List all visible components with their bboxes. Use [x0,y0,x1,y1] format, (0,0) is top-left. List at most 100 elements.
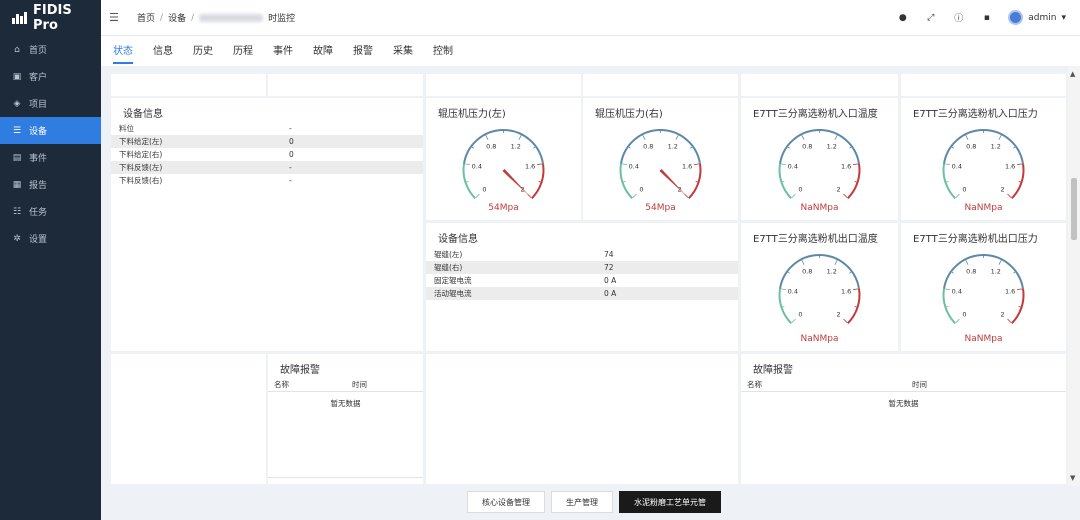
gauge-tick [538,181,541,183]
breadcrumb-device[interactable]: 设备 [168,11,186,24]
gauge-tick-label: 0.8 [966,142,976,150]
event-icon: ▤ [12,152,22,163]
bottom-nav-button[interactable]: 核心设备管理 [467,491,545,513]
tab-4[interactable]: 事件 [273,36,293,66]
bottom-nav-button[interactable]: 生产管理 [551,491,613,513]
alarm-table-header: 名称 时间 [268,379,423,392]
gauge-tick-label: 0.4 [629,162,639,170]
github-icon[interactable]: ● [896,11,909,24]
gauge-tick [632,193,637,198]
gauge-tick [694,163,700,166]
divider [268,477,423,478]
gauge-band-mid [779,254,860,289]
gauge-tick [782,181,785,183]
sidebar-item-label: 首页 [29,46,48,56]
top-bar: ☰ 首页 / 设备 / 时监控 ● ⤢ ⓘ ▪ admin ▾ [101,0,1080,36]
sidebar-item-label: 报告 [29,181,48,191]
tab-8[interactable]: 控制 [433,36,453,66]
gauge-tick [1017,163,1023,166]
empty-panel [111,354,266,484]
column-time: 时间 [912,380,927,389]
gauge-tick-label: 2 [837,311,841,319]
info-icon[interactable]: ⓘ [952,11,965,24]
gauge-tick [464,163,470,166]
bottom-nav-button[interactable]: 水泥粉磨工艺单元管 [619,491,721,513]
breadcrumb-home[interactable]: 首页 [137,11,155,24]
scroll-down-icon[interactable]: ▼ [1070,474,1075,482]
sidebar-item-project[interactable]: ◈ 项目 [0,90,101,117]
gauge-tick [853,163,859,166]
gauge-tick-label: 1.6 [1005,287,1015,295]
gauge-tick [801,135,805,140]
gauge-tick [998,135,1002,140]
gauge-tick [628,146,631,149]
tab-3[interactable]: 历程 [233,36,253,66]
gauge-dial: 00.40.81.21.62 [778,254,861,324]
sidebar-item-label: 设备 [29,127,48,137]
gauge-panel: E7TT三分离选粉机出口温度 0 0.4 0.8 1.2 1.6 2 NaNMpa [741,223,898,351]
gauge-band-mid [779,129,860,164]
sidebar-item-report[interactable]: ▦ 报告 [0,171,101,198]
project-icon: ◈ [13,98,21,109]
sidebar-item-label: 客户 [29,73,48,83]
message-icon[interactable]: ▪ [980,11,993,24]
user-menu[interactable]: admin ▾ [1008,10,1066,25]
sidebar-item-task[interactable]: ☷ 任务 [0,198,101,225]
sidebar-item-home[interactable]: ⌂ 首页 [0,36,101,63]
sidebar-item-device[interactable]: ☰ 设备 [0,117,101,144]
gauge-needle [502,168,530,197]
fullscreen-icon[interactable]: ⤢ [924,11,937,24]
gauge-panel: 辊压机压力(右)00.40.81.21.6254Mpa [583,98,738,220]
device-info-table-2: 辊缝(左) 74 辊缝(右) 72 固定辊电流 0 A 活动辊电流 0 A [426,248,738,300]
home-icon: ⌂ [14,44,20,55]
sidebar-item-settings[interactable]: ✲ 设置 [0,225,101,252]
row-key: 下料给定(右) [119,150,163,159]
gauge-dial: 00.40.81.21.62 [462,129,545,199]
row-value: 0 A [604,289,617,298]
tab-1[interactable]: 信息 [153,36,173,66]
panel-title: 设备信息 [438,234,478,245]
logo-icon [12,12,27,24]
row-key: 辊缝(右) [434,263,463,272]
tab-0[interactable]: 状态 [113,36,133,66]
panel-title: 故障报警 [753,365,793,376]
gauge-tick [1007,193,1012,198]
panel-title: 故障报警 [280,365,320,376]
gauge-value: NaNMpa [800,334,839,344]
gauge-tick-label: 2 [1001,311,1005,319]
device-info-panel: 设备信息 料位 - 下料给定(左) 0 下料给定(右) 0 下料反馈(左) - 下料反馈(右) - [111,98,423,351]
row-value: 74 [604,250,614,259]
sidebar-item-customer[interactable]: ▣ 客户 [0,63,101,90]
gauge-value: 54Mpa [488,203,519,213]
gauge-tick [944,288,950,291]
task-icon: ☷ [12,206,22,217]
vertical-scrollbar[interactable]: ▲ ▼ [1068,66,1080,486]
tab-5[interactable]: 故障 [313,36,333,66]
gauge-tick-label: 0 [798,186,802,194]
tab-2[interactable]: 历史 [193,36,213,66]
gauge-tick [675,135,679,140]
gauge-tick [944,163,950,166]
empty-panel [111,74,266,96]
gauge-tick-label: 0.8 [802,267,812,275]
table-row: 料位 - [111,122,423,135]
gauge-tick-label: 1.2 [991,142,1001,150]
row-key: 下料给定(左) [119,137,163,146]
gauge-tick-label: 1.2 [827,142,837,150]
gauge-tick-label: 0 [798,311,802,319]
tab-7[interactable]: 采集 [393,36,413,66]
gauge-dial: 00.40.81.21.62 [778,129,861,199]
scrollbar-thumb[interactable] [1071,178,1077,240]
fault-alarm-panel-2: 故障报警 名称 时间 暂无数据 [741,354,1066,484]
gauge-tick-label: 0.8 [966,267,976,275]
empty-panel [426,74,581,96]
scroll-up-icon[interactable]: ▲ [1070,70,1075,78]
gauge-tick [1018,306,1021,308]
sidebar-item-event[interactable]: ▤ 事件 [0,144,101,171]
app-logo[interactable]: FIDIS Pro [0,0,101,36]
menu-toggle-icon[interactable]: ☰ [109,11,123,24]
gauge-tick [780,163,786,166]
gauge-tick [791,193,796,198]
empty-panel [901,74,1066,96]
tab-6[interactable]: 报警 [353,36,373,66]
